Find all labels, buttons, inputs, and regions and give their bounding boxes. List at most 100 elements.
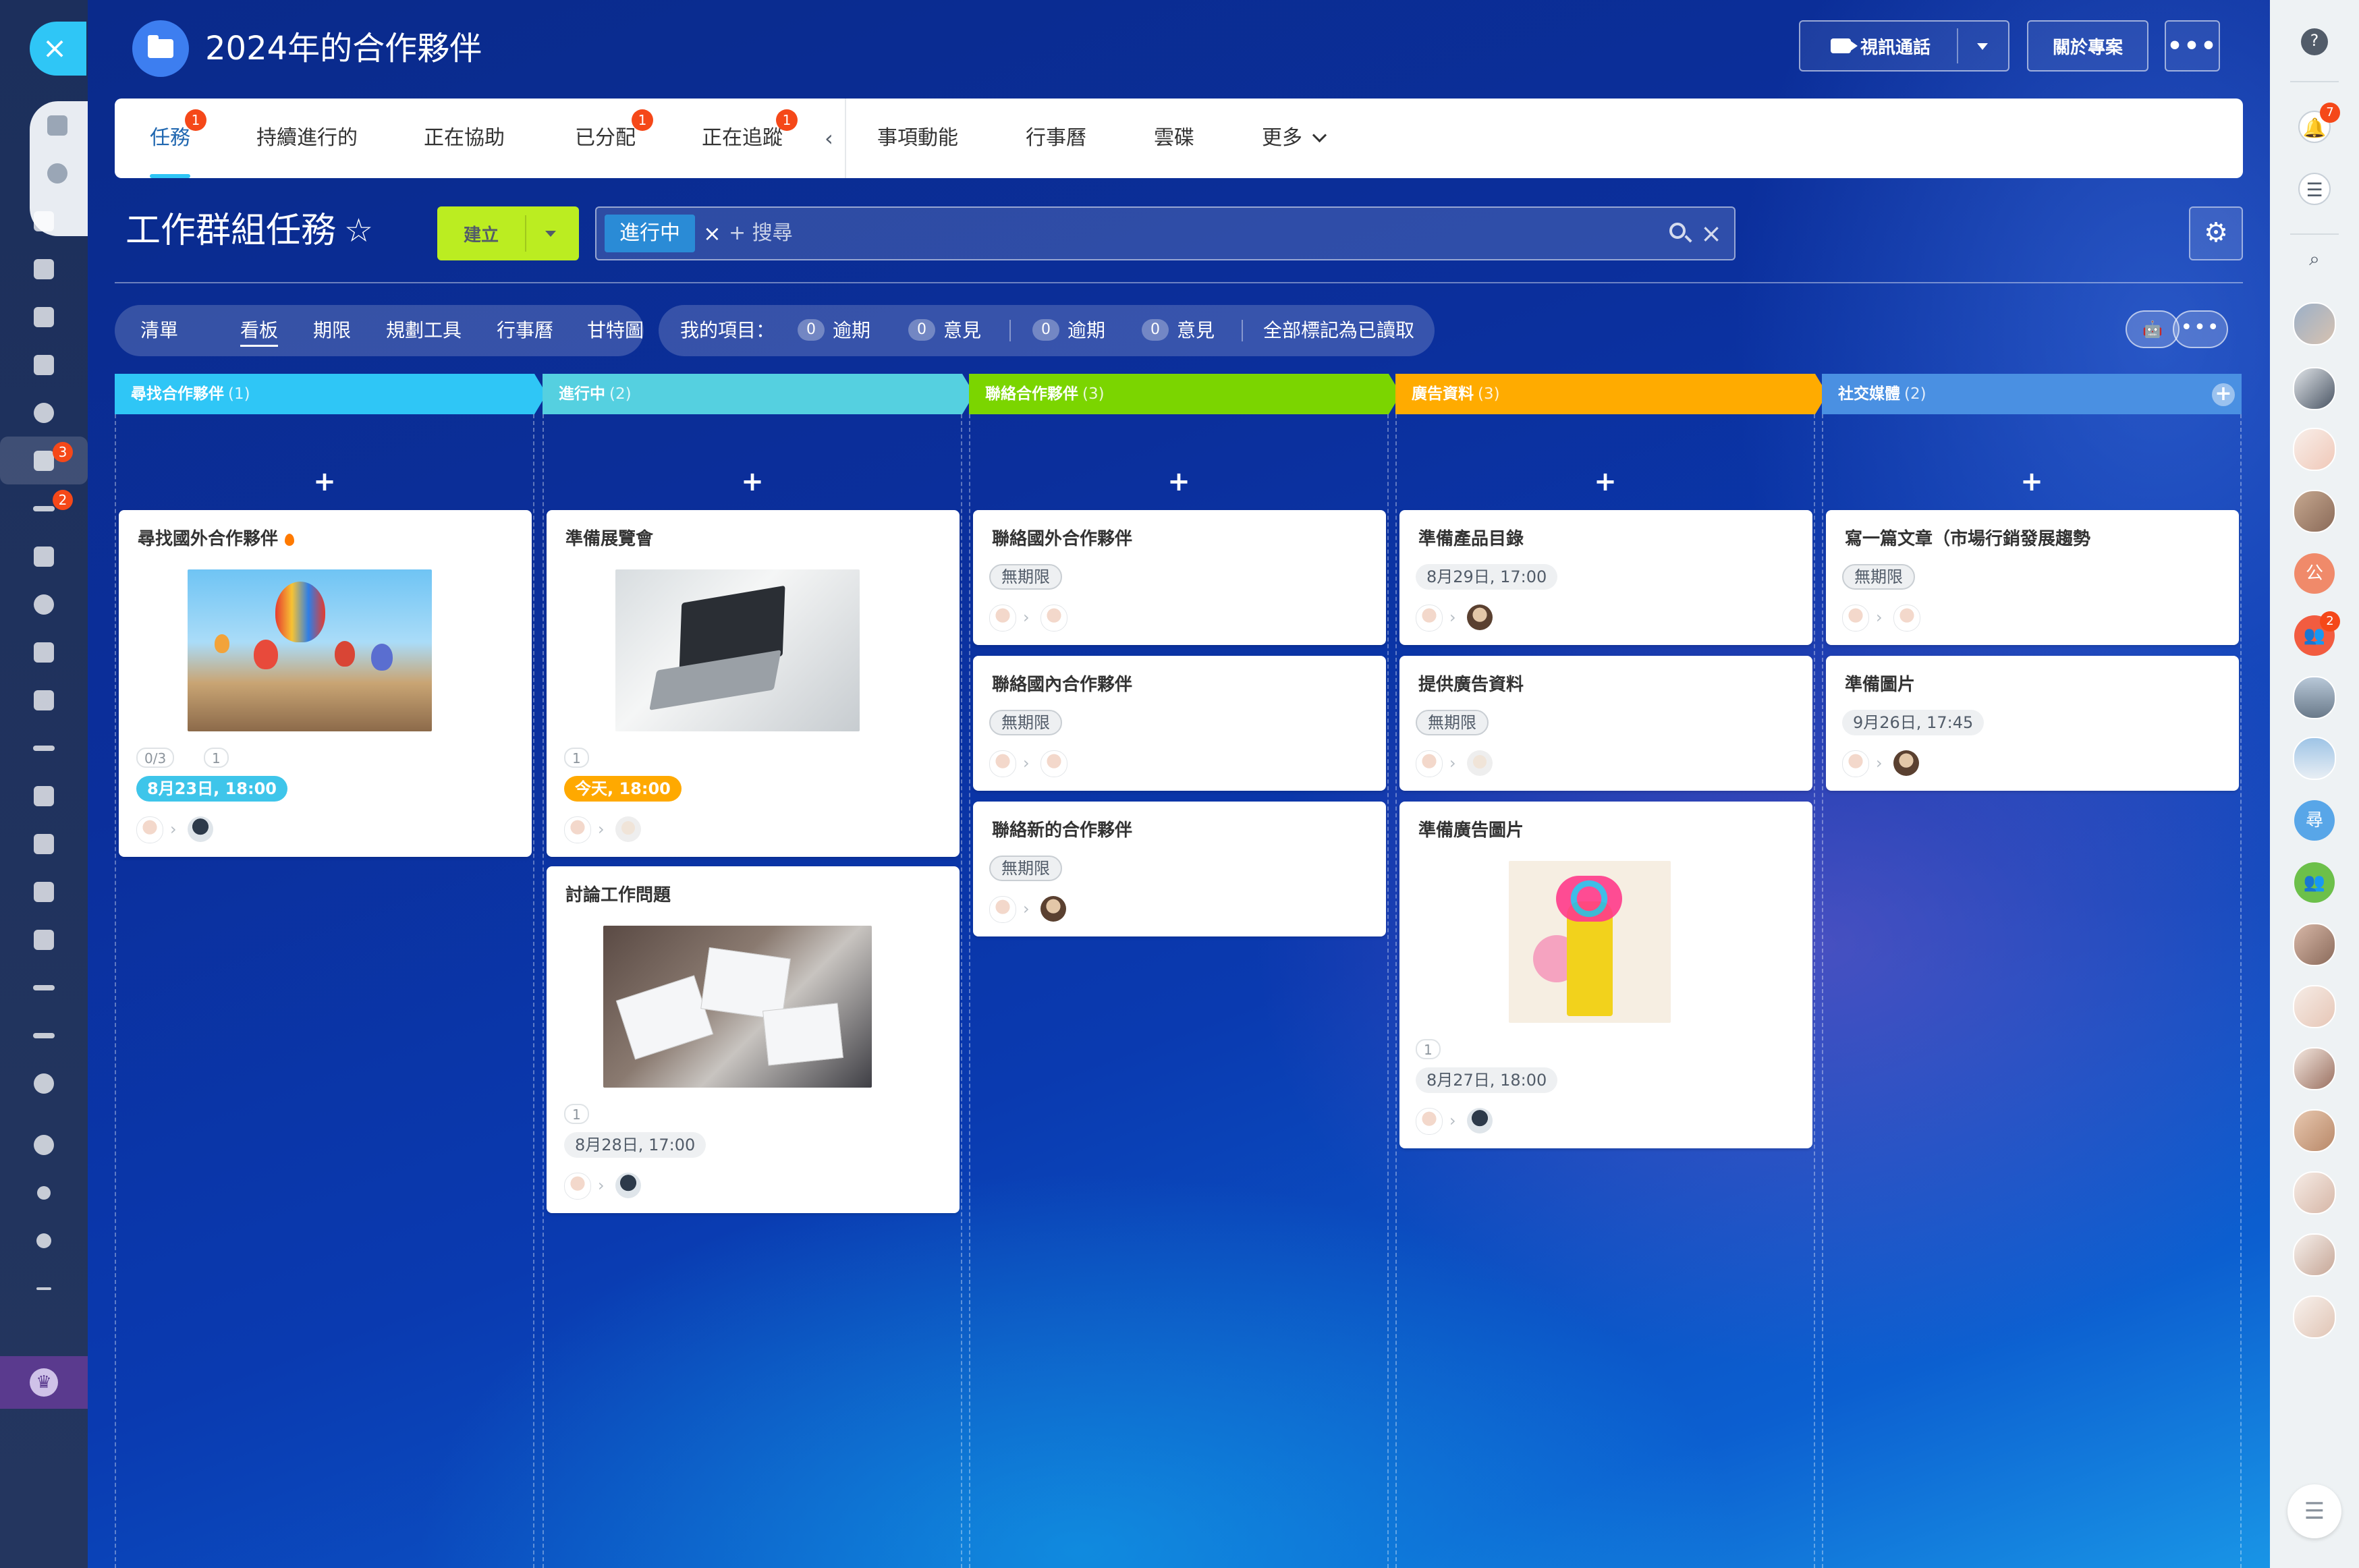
contact-avatar[interactable]	[2293, 985, 2336, 1028]
settings-button[interactable]: ⚙	[2189, 206, 2243, 260]
deadline-badge[interactable]: 無期限	[989, 856, 1062, 881]
deadline-badge[interactable]: 今天, 18:00	[564, 776, 682, 802]
sidebar-item-add[interactable]	[0, 1264, 88, 1312]
task-card[interactable]: 準備產品目錄 8月29日, 17:00 ›	[1399, 510, 1812, 645]
sidebar-item-settings[interactable]	[0, 1216, 88, 1264]
contact-avatar[interactable]	[2293, 1295, 2336, 1339]
about-project-button[interactable]: 關於專案	[2027, 20, 2148, 72]
view-calendar[interactable]: 行事曆	[497, 305, 553, 356]
task-card[interactable]: 準備圖片 9月26日, 17:45 ›	[1826, 656, 2239, 791]
contact-avatar[interactable]	[2293, 1109, 2336, 1152]
task-card[interactable]: 聯絡新的合作夥伴 無期限 ›	[973, 802, 1386, 936]
sidebar-item-plan[interactable]: ♛	[0, 1356, 88, 1409]
star-icon[interactable]: ☆	[344, 211, 373, 251]
sidebar-item-copy-link[interactable]	[27, 149, 88, 197]
filter-chip[interactable]: 進行中	[605, 215, 695, 252]
avatar[interactable]	[989, 750, 1016, 777]
avatar[interactable]	[989, 605, 1016, 632]
deadline-badge[interactable]: 無期限	[989, 710, 1062, 735]
deadline-badge[interactable]: 8月28日, 17:00	[564, 1132, 706, 1158]
view-deadline[interactable]: 期限	[313, 305, 351, 356]
sidebar-item-help[interactable]	[0, 1121, 88, 1169]
tab-more[interactable]: 更多	[1262, 99, 1327, 178]
sidebar-item-docs[interactable]	[0, 245, 88, 293]
counter-overdue[interactable]: 0 逾期	[798, 305, 870, 356]
tab-tasks[interactable]: 任務 1	[150, 99, 206, 178]
add-task-button[interactable]: +	[1397, 466, 1814, 498]
sidebar-item-company[interactable]	[0, 532, 88, 580]
deadline-badge[interactable]: 無期限	[989, 564, 1062, 590]
avatar[interactable]	[564, 1173, 591, 1200]
deadline-badge[interactable]: 8月29日, 17:00	[1416, 564, 1558, 590]
sidebar-item-forms[interactable]	[0, 676, 88, 724]
contact-avatar[interactable]	[2293, 490, 2336, 533]
chat-group[interactable]: 👥	[2293, 861, 2336, 904]
sidebar-item-more[interactable]	[0, 1059, 88, 1107]
tab-ongoing[interactable]: 持續進行的	[256, 99, 358, 178]
avatar[interactable]	[615, 1173, 641, 1198]
view-list[interactable]: 清單	[140, 305, 178, 356]
avatar[interactable]	[1467, 750, 1493, 776]
video-call-button[interactable]: 視訊通話	[1799, 20, 2009, 72]
tab-calendar[interactable]: 行事曆	[1026, 99, 1086, 178]
sidebar-item-calendar[interactable]	[0, 197, 88, 245]
avatar[interactable]	[1416, 1108, 1443, 1135]
search-button[interactable]: ⌕	[2293, 237, 2336, 281]
add-column-button[interactable]: +	[2212, 383, 2235, 406]
more-button[interactable]: •••	[2165, 20, 2220, 72]
contact-avatar[interactable]	[2293, 923, 2336, 966]
task-card[interactable]: 聯絡國外合作夥伴 無期限 ›	[973, 510, 1386, 645]
contact-avatar[interactable]	[2293, 737, 2336, 780]
contact-avatar[interactable]	[2293, 367, 2336, 410]
counter-overdue-2[interactable]: 0 逾期	[1032, 305, 1105, 356]
sidebar-item-automation[interactable]	[0, 868, 88, 916]
avatar[interactable]	[1040, 896, 1066, 922]
tab-assisting[interactable]: 正在協助	[424, 99, 505, 178]
avatar[interactable]	[1416, 750, 1443, 777]
sidebar-item-shop[interactable]	[0, 628, 88, 676]
sidebar-item-inventory[interactable]	[0, 916, 88, 963]
view-gantt[interactable]: 甘特圖	[587, 305, 644, 356]
avatar[interactable]	[989, 896, 1016, 923]
task-card[interactable]: 提供廣告資料 無期限 ›	[1399, 656, 1812, 791]
column-header[interactable]: 聯絡合作夥伴 (3)	[969, 374, 1401, 414]
chat-group[interactable]: 👥 2	[2293, 611, 2340, 657]
avatar[interactable]	[564, 816, 591, 843]
column-header[interactable]: 進行中 (2)	[543, 374, 974, 414]
chat-button[interactable]: ☰	[2293, 167, 2336, 211]
deadline-badge[interactable]: 無期限	[1842, 564, 1915, 590]
tab-assigned[interactable]: 已分配 1	[575, 99, 653, 178]
help-button[interactable]: ?	[2293, 20, 2336, 63]
avatar[interactable]	[136, 816, 163, 843]
avatar[interactable]	[1842, 605, 1869, 632]
chevron-down-icon[interactable]	[1977, 43, 1988, 50]
task-card[interactable]: 討論工作問題 1 8月28日, 17:00 ›	[547, 866, 960, 1213]
task-card[interactable]: 尋找國外合作夥伴 0/3 1 8月23日, 18:00 ›	[119, 510, 532, 857]
deadline-badge[interactable]: 8月27日, 18:00	[1416, 1067, 1558, 1093]
task-card[interactable]: 寫一篇文章（市場行銷發展趨勢 無期限 ›	[1826, 510, 2239, 645]
contact-avatar[interactable]	[2293, 1171, 2336, 1214]
avatar[interactable]	[1842, 750, 1869, 777]
add-task-button[interactable]: +	[1823, 466, 2240, 498]
avatar[interactable]	[615, 816, 641, 842]
remove-filter-icon[interactable]: ×	[703, 215, 727, 252]
contact-avatar[interactable]	[2293, 1233, 2336, 1277]
contact-avatar[interactable]	[2293, 676, 2336, 719]
counter-comments[interactable]: 0 意見	[908, 305, 981, 356]
avatar[interactable]	[1467, 605, 1493, 630]
tab-drive[interactable]: 雲碟	[1154, 99, 1194, 178]
chat-group[interactable]: 公	[2293, 552, 2336, 595]
sidebar-item-structure[interactable]	[0, 1169, 88, 1216]
create-button[interactable]: 建立	[437, 206, 579, 260]
task-card[interactable]: 聯絡國內合作夥伴 無期限 ›	[973, 656, 1386, 791]
sidebar-item-groups[interactable]	[0, 389, 88, 437]
sidebar-item-open-external[interactable]	[27, 101, 88, 149]
close-button[interactable]: ×	[30, 22, 86, 76]
sidebar-item-contacts[interactable]	[0, 820, 88, 868]
avatar[interactable]	[1416, 605, 1443, 632]
deadline-badge[interactable]: 無期限	[1416, 710, 1489, 735]
notifications-button[interactable]: 🔔 7	[2293, 103, 2340, 148]
clear-icon[interactable]: ×	[1700, 215, 1722, 252]
avatar[interactable]	[1040, 605, 1067, 632]
avatar[interactable]	[1893, 605, 1920, 632]
